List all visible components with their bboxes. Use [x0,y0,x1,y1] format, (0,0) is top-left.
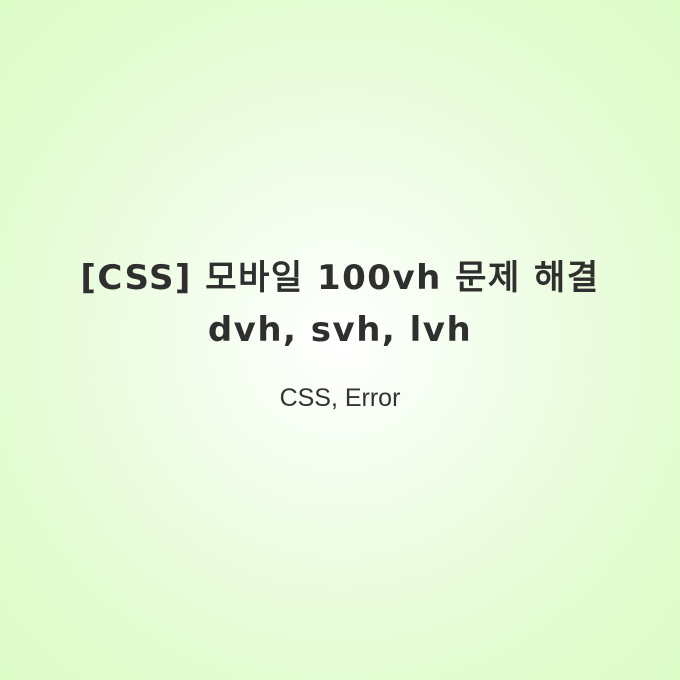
post-title-line-1: [CSS] 모바일 100vh 문제 해결 [80,258,600,298]
post-categories: CSS, Error [279,384,401,412]
post-title: [CSS] 모바일 100vh 문제 해결 dvh, svh, lvh [0,252,680,356]
thumbnail-card: [CSS] 모바일 100vh 문제 해결 dvh, svh, lvh CSS,… [0,0,680,680]
post-title-line-2: dvh, svh, lvh [207,310,473,350]
